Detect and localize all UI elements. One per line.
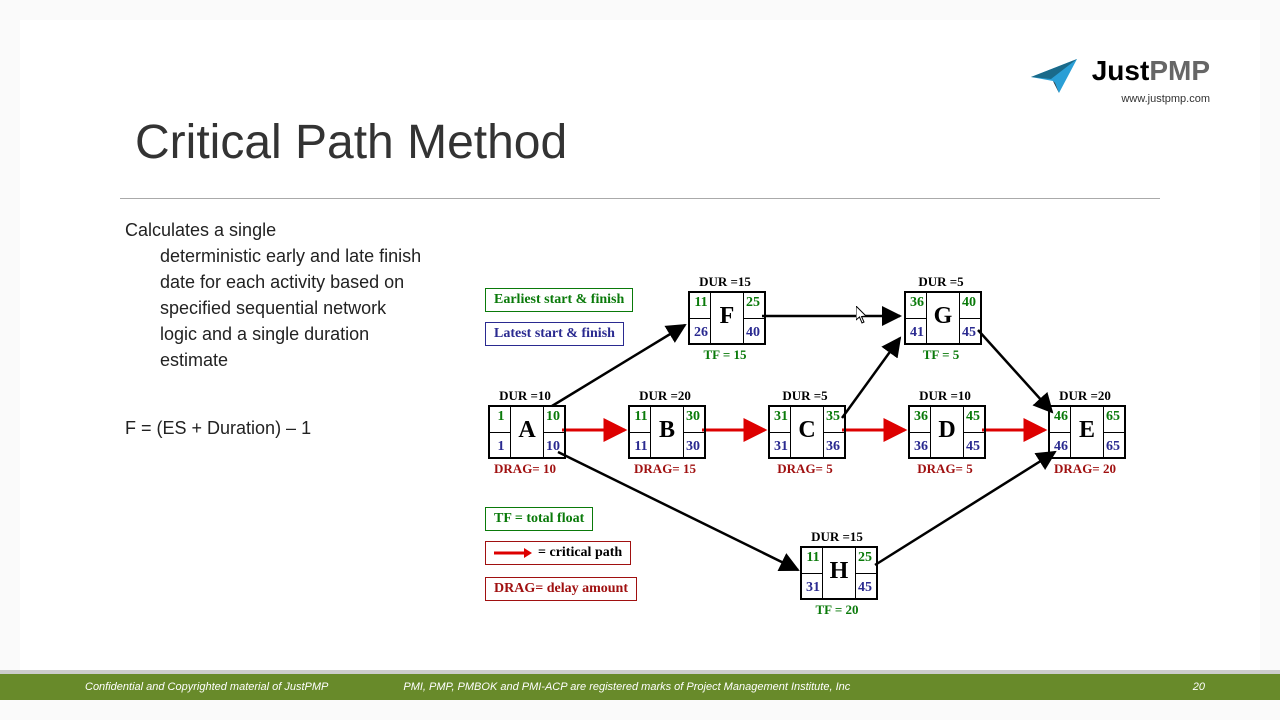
legend-tf: TF = total float [485,507,593,531]
node-c: 31353136C [768,405,846,459]
dur-c: DUR =5 [768,388,842,404]
tf-h: TF = 20 [800,602,874,618]
node-d: 36453645D [908,405,986,459]
dur-a: DUR =10 [488,388,562,404]
footer-page: 20 [1193,681,1205,693]
footer-center: PMI, PMP, PMBOK and PMI-ACP are register… [403,681,850,693]
node-b: 11301130B [628,405,706,459]
mouse-cursor-icon [856,306,868,324]
slide-canvas: JustPMP www.justpmp.com Critical Path Me… [20,20,1260,700]
dur-e: DUR =20 [1048,388,1122,404]
dur-d: DUR =10 [908,388,982,404]
node-a: 110110A [488,405,566,459]
legend-latest: Latest start & finish [485,322,624,346]
node-g: 36404145G [904,291,982,345]
formula-text: F = (ES + Duration) – 1 [125,418,311,439]
legend-drag: DRAG= delay amount [485,577,637,601]
legend-earliest: Earliest start & finish [485,288,633,312]
brand-logo: JustPMP www.justpmp.com [1029,55,1210,105]
dur-f: DUR =15 [688,274,762,290]
footer-bar: Confidential and Copyrighted material of… [0,674,1280,700]
tf-f: TF = 15 [688,347,762,363]
description-text: Calculates a single deterministic early … [125,217,425,374]
legend-critical: = critical path [485,541,631,565]
slide-title: Critical Path Method [135,115,567,170]
drag-d: DRAG= 5 [900,461,990,477]
footer-left: Confidential and Copyrighted material of… [85,681,328,693]
dur-g: DUR =5 [904,274,978,290]
drag-b: DRAG= 15 [620,461,710,477]
cpm-diagram: Earliest start & finish Latest start & f… [480,270,1180,640]
paper-plane-icon [1029,57,1079,95]
drag-e: DRAG= 20 [1040,461,1130,477]
drag-c: DRAG= 5 [760,461,850,477]
dur-h: DUR =15 [800,529,874,545]
drag-a: DRAG= 10 [480,461,570,477]
logo-text: JustPMP [1092,55,1210,86]
tf-g: TF = 5 [904,347,978,363]
dur-b: DUR =20 [628,388,702,404]
title-divider [120,198,1160,199]
red-arrow-icon [494,548,532,558]
node-e: 46654665E [1048,405,1126,459]
node-f: 11252640F [688,291,766,345]
node-h: 11253145H [800,546,878,600]
